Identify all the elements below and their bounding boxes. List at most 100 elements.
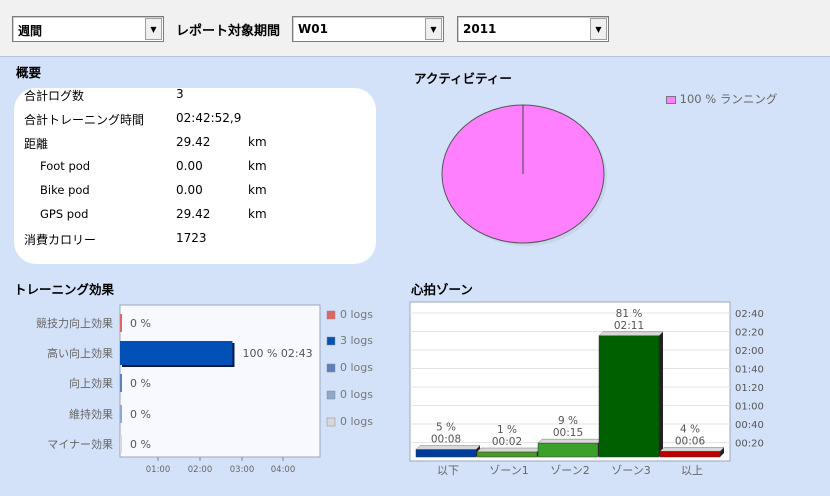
hr-time-label: 00:15: [553, 427, 583, 439]
bar-top-face: [598, 331, 664, 337]
training-bar: [120, 314, 122, 332]
training-category-label: 競技力向上効果: [36, 316, 113, 330]
bar-top-face: [537, 438, 603, 444]
bar-side-face: [659, 331, 663, 457]
training-value-label: 0 %: [130, 377, 151, 390]
hr-category-label: 以下: [437, 464, 459, 477]
chevron-down-icon[interactable]: ▼: [590, 18, 607, 40]
y-tick-label: 01:20: [735, 383, 764, 394]
hr-category-label: ゾーン3: [611, 464, 650, 477]
summary-label: 消費カロリー: [24, 233, 97, 247]
y-tick-label: 01:40: [735, 365, 764, 376]
summary-label: Bike pod: [40, 183, 90, 197]
summary-value: 1723: [176, 231, 207, 245]
legend-swatch: [326, 417, 336, 427]
hr-time-label: 00:08: [431, 434, 461, 446]
hr-zone-bar: [598, 335, 660, 458]
training-bar: [120, 435, 122, 453]
hr-zone-bar: [537, 442, 599, 458]
x-tick-label: 04:00: [271, 465, 296, 475]
y-tick-label: 02:20: [735, 328, 764, 339]
bar-top-face: [659, 447, 725, 452]
x-tick-label: 02:00: [188, 465, 213, 475]
summary-unit: km: [248, 183, 267, 197]
training-effect-chart: 競技力向上効果 0 % 高い向上効果 100 % 02:43 向上効果 0 % 維持効果 0 …: [36, 304, 373, 475]
summary-label: 距離: [24, 137, 49, 151]
summary-label: GPS pod: [40, 207, 89, 221]
summary-value: 0.00: [176, 183, 203, 197]
hr-category-label: ゾーン2: [550, 464, 589, 477]
summary-unit: km: [248, 159, 267, 173]
activity-title: アクティビティー: [414, 71, 512, 86]
y-tick-label: 02:00: [735, 346, 764, 357]
legend-swatch-running: [666, 95, 676, 104]
hr-category-label: ゾーン1: [489, 464, 528, 477]
training-value-label: 100 % 02:43: [242, 347, 312, 360]
hr-pct-label: 81 %: [616, 308, 643, 320]
training-category-label: 向上効果: [69, 376, 113, 390]
activity-legend: 100 % ランニング: [666, 91, 777, 107]
legend-swatch: [326, 390, 336, 400]
training-bar: [120, 374, 122, 392]
activity-pie-chart: [441, 104, 607, 246]
summary-value: 29.42: [176, 207, 211, 221]
report-toolbar: 週間 ▼ レポート対象期間 W01 ▼ 2011 ▼: [0, 0, 830, 57]
training-category-label: 高い向上効果: [47, 346, 113, 360]
hr-pct-label: 5 %: [436, 422, 456, 434]
training-legend-label: 0 logs: [340, 308, 373, 321]
summary-title: 概要: [16, 65, 42, 80]
summary-label: Foot pod: [40, 159, 91, 173]
hr-zone-bar: [476, 451, 538, 458]
training-value-label: 0 %: [130, 317, 151, 330]
x-tick-label: 03:00: [230, 465, 255, 475]
training-bar: [120, 341, 233, 365]
hr-pct-label: 9 %: [558, 415, 578, 427]
hr-zone-bar: [659, 451, 721, 458]
hr-pct-label: 1 %: [497, 424, 517, 436]
summary-value: 0.00: [176, 159, 203, 173]
hr-time-label: 02:11: [614, 320, 644, 332]
training-legend-label: 0 logs: [340, 388, 373, 401]
bar-top-face: [476, 447, 542, 453]
period-type-value: 週間: [18, 24, 43, 38]
y-tick-label: 02:40: [735, 309, 764, 320]
week-select[interactable]: W01 ▼: [292, 16, 444, 42]
bar-top-face: [415, 445, 481, 450]
training-legend-label: 3 logs: [340, 334, 373, 347]
summary-label: 合計トレーニング時間: [24, 113, 145, 127]
period-type-select[interactable]: 週間 ▼: [12, 16, 164, 42]
year-value: 2011: [463, 22, 497, 36]
y-tick-label: 00:20: [735, 439, 764, 450]
y-tick-label: 01:00: [735, 402, 764, 413]
training-category-label: 維持効果: [69, 407, 113, 421]
summary-unit: km: [248, 207, 267, 221]
hr-time-label: 00:02: [492, 436, 522, 448]
chevron-down-icon[interactable]: ▼: [145, 18, 162, 40]
summary-value: 02:42:52,9: [176, 111, 242, 125]
training-value-label: 0 %: [130, 438, 151, 451]
training-value-label: 0 %: [130, 408, 151, 421]
chevron-down-icon[interactable]: ▼: [425, 18, 442, 40]
legend-swatch: [326, 336, 336, 346]
week-value: W01: [298, 22, 328, 36]
activity-legend-label: 100 % ランニング: [679, 92, 778, 106]
training-legend-label: 0 logs: [340, 361, 373, 374]
legend-swatch: [326, 363, 336, 373]
training-bar: [120, 405, 122, 423]
hr-zone-bar: [415, 449, 477, 458]
report-period-label: レポート対象期間: [176, 24, 281, 39]
training-legend-label: 0 logs: [340, 415, 373, 428]
summary-value: 3: [176, 87, 184, 101]
summary-value: 29.42: [176, 135, 211, 149]
hr-zone-chart: 00:20 00:40 01:00 01:20 01:40 02:00 02:20 02:40…: [409, 301, 764, 477]
hr-time-label: 00:06: [675, 435, 706, 447]
hr-pct-label: 4 %: [680, 423, 700, 435]
summary-label: 合計ログ数: [24, 89, 85, 103]
x-tick-label: 01:00: [146, 465, 171, 475]
year-select[interactable]: 2011 ▼: [457, 16, 609, 42]
legend-swatch: [326, 310, 336, 320]
y-tick-label: 00:40: [735, 420, 764, 431]
hr-category-label: 以上: [681, 464, 703, 477]
training-category-label: マイナー効果: [47, 437, 113, 451]
summary-unit: km: [248, 135, 267, 149]
